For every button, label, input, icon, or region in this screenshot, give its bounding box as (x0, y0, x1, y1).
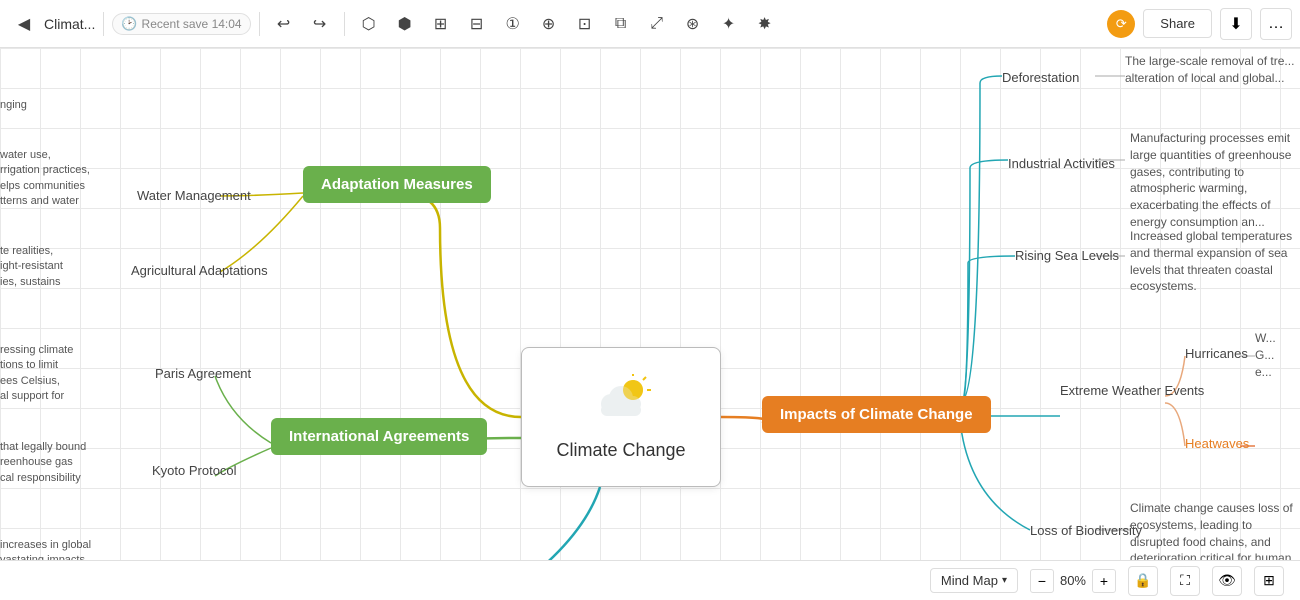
document-title: Climat... (44, 16, 95, 32)
save-status: 🕑 Recent save 14:04 (112, 13, 250, 35)
desc-heatwaves (1255, 423, 1299, 440)
branch-adaptation[interactable]: Adaptation Measures (303, 166, 491, 203)
sub-agricultural: Agricultural Adaptations (131, 263, 268, 278)
right-biodiversity: Loss of Biodiversity (1030, 523, 1142, 538)
back-icon: ◀ (18, 14, 30, 34)
desc-rising-sea: Increased global temperatures and therma… (1130, 228, 1295, 295)
separator-1 (103, 12, 104, 36)
zoom-level: 80% (1060, 573, 1086, 588)
sub-paris: Paris Agreement (155, 366, 251, 381)
save-clock-icon: 🕑 (121, 16, 137, 32)
left-text-3: te realities,ight-resistanties, sustains (0, 244, 100, 290)
tool-1[interactable]: ⬡ (353, 8, 385, 40)
tool-9[interactable]: ⤢ (641, 8, 673, 40)
toolbar-right-section: ⟳ Share ⬇ … (1107, 8, 1292, 40)
tool-3[interactable]: ⊞ (425, 8, 457, 40)
grid-icon: ⊞ (1263, 572, 1275, 589)
desc-industrial: Manufacturing processes emit large quant… (1130, 130, 1298, 231)
cloud-icon (591, 374, 651, 432)
redo-button[interactable]: ↪ (304, 8, 336, 40)
tool-5[interactable]: ① (497, 8, 529, 40)
branch-impacts[interactable]: Impacts of Climate Change (762, 396, 991, 433)
tool-12[interactable]: ✸ (749, 8, 781, 40)
tool-6[interactable]: ⊕ (533, 8, 565, 40)
back-button[interactable]: ◀ (8, 8, 40, 40)
left-text-5: that legally boundreenhouse gascal respo… (0, 440, 100, 486)
zoom-in-button[interactable]: + (1092, 569, 1116, 593)
chevron-down-icon: ▾ (1002, 575, 1007, 586)
zoom-controls: − 80% + (1030, 569, 1116, 593)
tool-4[interactable]: ⊟ (461, 8, 493, 40)
right-heatwaves: Heatwaves (1185, 436, 1249, 451)
main-toolbar: ◀ Climat... 🕑 Recent save 14:04 ↩ ↪ ⬡ ⬢ … (0, 0, 1300, 48)
map-type-label: Mind Map (941, 573, 998, 588)
tool-2[interactable]: ⬢ (389, 8, 421, 40)
download-button[interactable]: ⬇ (1220, 8, 1252, 40)
right-rising-sea: Rising Sea Levels (1015, 248, 1119, 263)
more-button[interactable]: … (1260, 8, 1292, 40)
canvas-area[interactable]: Climate Change Adaptation Measures Inter… (0, 48, 1300, 600)
right-industrial: Industrial Activities (1008, 156, 1115, 171)
sub-kyoto: Kyoto Protocol (152, 463, 237, 478)
preview-button[interactable]: 👁 (1212, 566, 1242, 596)
center-node-title: Climate Change (556, 440, 685, 461)
left-text-1: nging (0, 98, 100, 113)
fullscreen-button[interactable]: ⛶ (1170, 566, 1200, 596)
right-hurricanes: Hurricanes (1185, 346, 1248, 361)
undo-icon: ↩ (277, 14, 290, 34)
desc-hurricanes: W...G...e... (1255, 330, 1299, 380)
connector-svg (0, 48, 1300, 600)
left-text-2: water use,rrigation practices,elps commu… (0, 148, 112, 210)
sub-water-management: Water Management (137, 188, 251, 203)
zoom-out-button[interactable]: − (1030, 569, 1054, 593)
center-node[interactable]: Climate Change (521, 347, 721, 487)
grid-button[interactable]: ⊞ (1254, 566, 1284, 596)
undo-button[interactable]: ↩ (268, 8, 300, 40)
separator-3 (344, 12, 345, 36)
more-icon: … (1268, 15, 1284, 33)
map-type-button[interactable]: Mind Map ▾ (930, 568, 1018, 593)
save-label-text: Recent save 14:04 (142, 17, 242, 31)
lock-button[interactable]: 🔒 (1128, 566, 1158, 596)
user-avatar: ⟳ (1107, 10, 1135, 38)
share-button[interactable]: Share (1143, 9, 1212, 38)
tool-8[interactable]: ⧉ (605, 8, 637, 40)
tool-7[interactable]: ⊡ (569, 8, 601, 40)
bottom-toolbar: Mind Map ▾ − 80% + 🔒 ⛶ 👁 ⊞ (0, 560, 1300, 600)
desc-deforestation: The large-scale removal of tre...alterat… (1125, 53, 1300, 87)
tool-11[interactable]: ✦ (713, 8, 745, 40)
separator-2 (259, 12, 260, 36)
download-icon: ⬇ (1229, 14, 1242, 34)
right-extreme-weather: Extreme Weather Events (1060, 383, 1204, 398)
right-deforestation: Deforestation (1002, 70, 1079, 85)
left-text-4: ressing climatetions to limitees Celsius… (0, 343, 100, 405)
fullscreen-icon: ⛶ (1180, 572, 1190, 589)
eye-icon: 👁 (1218, 572, 1236, 589)
branch-international[interactable]: International Agreements (271, 418, 487, 455)
tool-10[interactable]: ⊛ (677, 8, 709, 40)
redo-icon: ↪ (313, 14, 326, 34)
lock-icon: 🔒 (1134, 572, 1151, 589)
